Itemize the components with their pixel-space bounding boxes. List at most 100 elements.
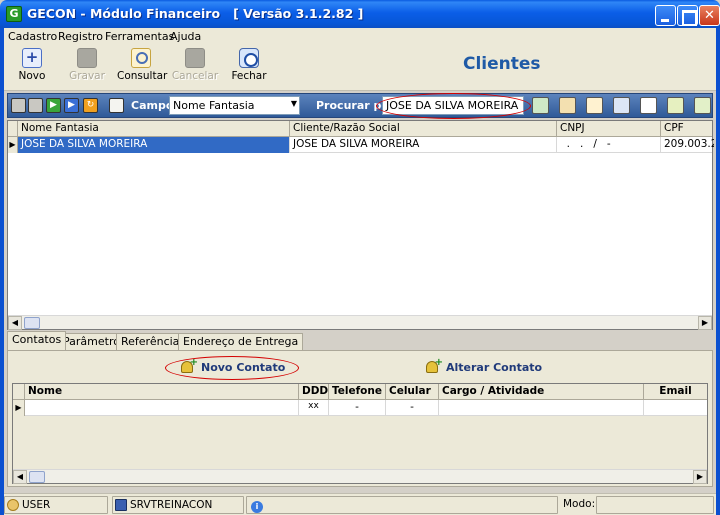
gravar-button[interactable]: Gravar — [63, 48, 111, 88]
user-icon — [7, 499, 19, 511]
contacts-horizontal-scrollbar[interactable]: ◀ ▶ — [13, 469, 707, 484]
column-ddd[interactable]: DDD — [299, 384, 329, 400]
contacts-grid-empty-area — [13, 416, 707, 471]
contacts-grid-header: Nome DDD Telefone Celular Cargo / Ativid… — [13, 384, 707, 400]
tab-endereco-entrega[interactable]: Endereço de Entrega — [178, 333, 304, 350]
cell-ddd[interactable]: xx — [299, 400, 329, 416]
row-pointer-icon: ▶ — [8, 137, 18, 153]
novo-button[interactable]: + Novo — [8, 48, 56, 88]
previous-record-icon[interactable] — [28, 98, 43, 113]
column-cpf[interactable]: CPF — [661, 121, 714, 137]
app-icon: G — [6, 6, 22, 22]
scroll-thumb[interactable] — [29, 471, 45, 483]
scroll-right-icon[interactable]: ▶ — [693, 470, 707, 484]
contacts-grid: Nome DDD Telefone Celular Cargo / Ativid… — [12, 383, 708, 484]
menu-ajuda[interactable]: Ajuda — [170, 30, 201, 43]
cell-cpf[interactable]: 209.003.25 — [661, 137, 714, 153]
menu-registro[interactable]: Registro — [58, 30, 103, 43]
scroll-left-icon[interactable]: ◀ — [8, 316, 22, 330]
new-document-icon: + — [22, 48, 42, 68]
close-circle-icon — [239, 48, 259, 68]
search-bar: ▶ ▶ ↻ Campo Nome Fantasia ▼ Procurar por… — [7, 93, 713, 119]
column-email[interactable]: Email — [644, 384, 707, 400]
sum-icon[interactable] — [694, 97, 711, 114]
status-user: USER — [4, 496, 108, 514]
chevron-down-icon: ▼ — [290, 99, 297, 108]
cycle-icon[interactable] — [586, 97, 603, 114]
cancelar-label: Cancelar — [171, 70, 219, 82]
scroll-left-icon[interactable]: ◀ — [13, 470, 27, 484]
search-input[interactable]: JOSE DA SILVA MOREIRA — [382, 96, 524, 115]
detail-tabs: Contatos Parâmetros Referências Endereço… — [7, 331, 713, 350]
minimize-icon — [656, 6, 675, 25]
last-record-icon[interactable]: ▶ — [64, 98, 79, 113]
cell-email[interactable] — [644, 400, 707, 416]
first-record-icon[interactable] — [11, 98, 26, 113]
status-modo-label: Modo: — [563, 498, 596, 510]
cell-cnpj[interactable]: . . / - — [557, 137, 661, 153]
row-indicator-header — [13, 384, 25, 400]
clients-grid-header: Nome Fantasia Cliente/Razão Social CNPJ … — [8, 121, 712, 137]
page-title: Clientes — [463, 54, 541, 74]
clients-grid: Nome Fantasia Cliente/Razão Social CNPJ … — [7, 120, 714, 330]
clients-horizontal-scrollbar[interactable]: ◀ ▶ — [8, 315, 712, 330]
status-info: i — [246, 496, 558, 514]
campo-value: Nome Fantasia — [173, 99, 255, 112]
tab-contatos[interactable]: Contatos — [7, 331, 67, 350]
campo-label: Campo — [131, 99, 174, 112]
cell-telefone[interactable]: - — [329, 400, 386, 416]
spc-icon[interactable] — [559, 97, 576, 114]
transfer-icon[interactable] — [613, 97, 630, 114]
edit-icon[interactable] — [109, 98, 124, 113]
novo-contato-button[interactable]: Novo Contato — [181, 357, 285, 374]
maximize-button[interactable] — [677, 5, 698, 26]
window-frame-right — [716, 28, 720, 515]
column-celular[interactable]: Celular — [386, 384, 439, 400]
next-record-icon[interactable]: ▶ — [46, 98, 61, 113]
window-title: GECON - Módulo Financeiro [ Versão 3.1.2… — [27, 6, 364, 21]
menu-cadastro[interactable]: Cadastro — [8, 30, 57, 43]
title-bar: G GECON - Módulo Financeiro [ Versão 3.1… — [0, 0, 720, 28]
cancelar-button[interactable]: Cancelar — [171, 48, 219, 88]
cell-nome-fantasia[interactable]: JOSE DA SILVA MOREIRA — [18, 137, 290, 153]
column-razao-social[interactable]: Cliente/Razão Social — [290, 121, 557, 137]
status-modo-value — [596, 496, 714, 514]
menu-bar: Cadastro Registro Ferramentas Ajuda — [4, 28, 716, 46]
cell-cargo[interactable] — [439, 400, 644, 416]
alterar-contato-button[interactable]: Alterar Contato — [426, 357, 542, 374]
refresh-icon[interactable]: ↻ — [83, 98, 98, 113]
column-cargo[interactable]: Cargo / Atividade — [439, 384, 644, 400]
info-icon: i — [251, 501, 263, 513]
column-cnpj[interactable]: CNPJ — [557, 121, 661, 137]
save-icon — [77, 48, 97, 68]
g-icon[interactable] — [640, 97, 657, 114]
table-row[interactable]: ▶ xx - - — [13, 400, 707, 416]
column-telefone[interactable]: Telefone — [329, 384, 386, 400]
status-bar: USER SRVTREINACON i Modo: — [4, 493, 716, 515]
toolbar: + Novo Gravar Consultar Cancelar Fechar … — [4, 46, 716, 91]
contatos-panel: Novo Contato Alterar Contato Nome DDD Te… — [7, 350, 713, 487]
cell-nome[interactable] — [25, 400, 299, 416]
close-button[interactable]: ✕ — [699, 5, 720, 26]
maximize-icon — [678, 6, 697, 26]
filter-icon[interactable] — [667, 97, 684, 114]
scroll-thumb[interactable] — [24, 317, 40, 329]
fechar-label: Fechar — [231, 70, 267, 82]
status-server: SRVTREINACON — [112, 496, 244, 514]
table-row[interactable]: ▶ JOSE DA SILVA MOREIRA JOSE DA SILVA MO… — [8, 137, 714, 153]
find-icon[interactable] — [532, 97, 549, 114]
cell-celular[interactable]: - — [386, 400, 439, 416]
column-nome[interactable]: Nome — [25, 384, 299, 400]
novo-label: Novo — [18, 70, 46, 82]
consultar-button[interactable]: Consultar — [117, 48, 167, 88]
status-user-label: USER — [22, 499, 51, 511]
campo-select[interactable]: Nome Fantasia ▼ — [169, 96, 300, 115]
scroll-right-icon[interactable]: ▶ — [698, 316, 712, 330]
column-nome-fantasia[interactable]: Nome Fantasia — [18, 121, 290, 137]
row-pointer-icon: ▶ — [13, 400, 25, 416]
server-icon — [115, 499, 127, 511]
fechar-button[interactable]: Fechar — [225, 48, 273, 88]
cell-razao-social[interactable]: JOSE DA SILVA MOREIRA — [290, 137, 557, 153]
menu-ferramentas[interactable]: Ferramentas — [105, 30, 174, 43]
minimize-button[interactable] — [655, 5, 676, 26]
